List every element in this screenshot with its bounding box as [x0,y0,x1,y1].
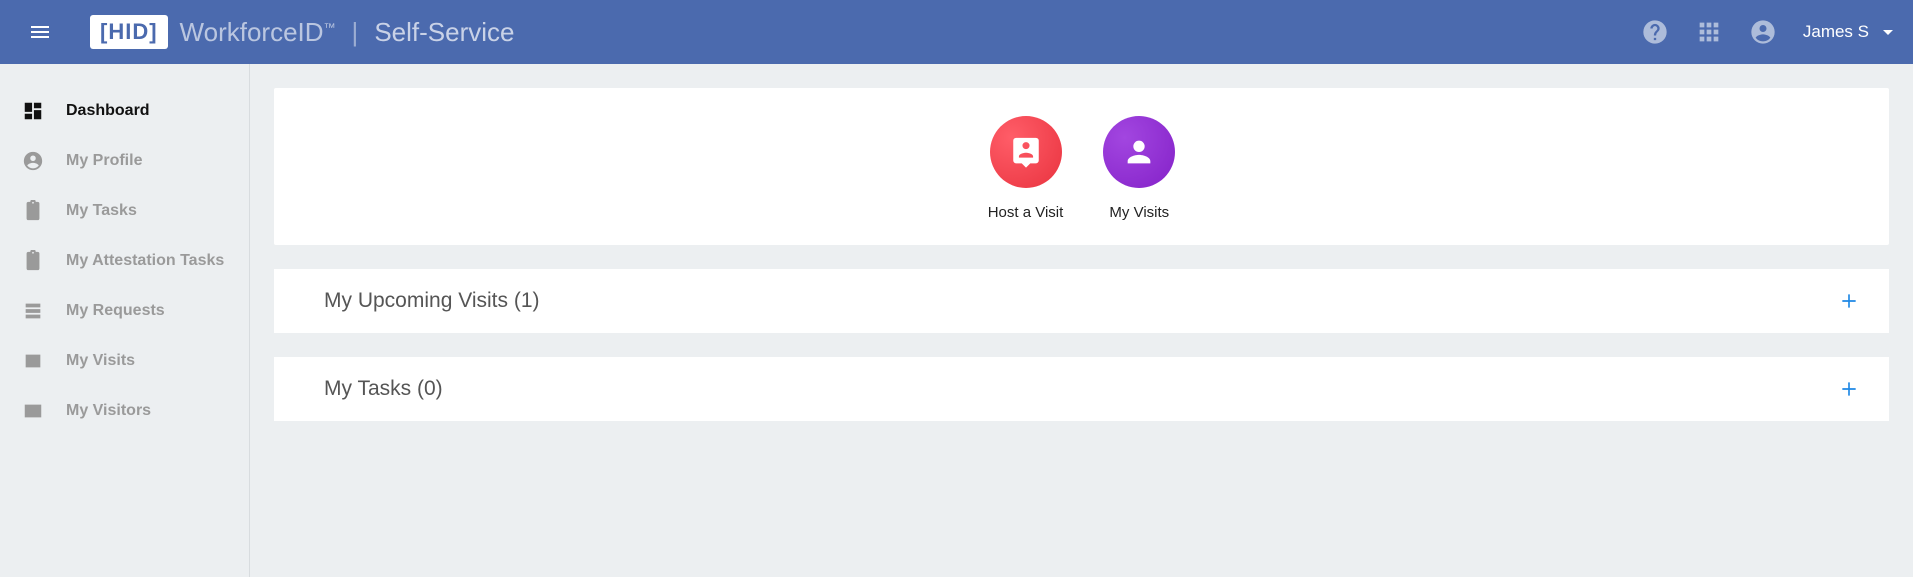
sidebar-item-dashboard[interactable]: Dashboard [0,86,249,136]
sidebar-item-label: Dashboard [66,102,150,120]
person-icon [1122,135,1156,169]
panel-upcoming-visits[interactable]: My Upcoming Visits (1) [274,269,1889,333]
sidebar-item-label: My Visits [66,352,135,370]
panel-title-upcoming-visits: My Upcoming Visits (1) [324,289,540,313]
user-menu[interactable]: James S [1803,22,1893,42]
panel-my-tasks[interactable]: My Tasks (0) [274,357,1889,421]
quick-actions-card: Host a Visit My Visits [274,88,1889,245]
sidebar-item-my-attestation-tasks[interactable]: My Attestation Tasks [0,236,249,286]
chevron-down-icon [1883,30,1893,35]
user-name: James S [1803,22,1869,42]
apps-icon[interactable] [1695,18,1723,46]
hamburger-icon [28,20,52,44]
sidebar-item-label: My Tasks [66,202,137,220]
sidebar-item-label: My Requests [66,302,165,320]
my-visits-icon-circle [1103,116,1175,188]
clipboard-check-icon [22,250,44,272]
person-pin-icon [1009,135,1043,169]
host-a-visit-button[interactable]: Host a Visit [988,116,1064,221]
visitors-icon [22,400,44,422]
profile-icon [22,150,44,172]
brand-name: WorkforceID™ [180,17,336,48]
account-icon[interactable] [1749,18,1777,46]
header-divider: | [352,17,359,48]
host-visit-label: Host a Visit [988,204,1064,221]
expand-icon[interactable] [1839,379,1859,399]
hid-logo: [HID] [90,15,168,49]
sidebar-item-my-requests[interactable]: My Requests [0,286,249,336]
clipboard-icon [22,200,44,222]
app-body: Dashboard My Profile My Tasks My Attesta… [0,64,1913,577]
dashboard-icon [22,100,44,122]
visits-icon [22,350,44,372]
app-header: [HID] WorkforceID™ | Self-Service James … [0,0,1913,64]
sidebar-item-my-profile[interactable]: My Profile [0,136,249,186]
brand-logo: [HID] WorkforceID™ [90,15,336,49]
my-visits-button[interactable]: My Visits [1103,116,1175,221]
sidebar-item-my-tasks[interactable]: My Tasks [0,186,249,236]
header-right: James S [1641,18,1893,46]
sidebar: Dashboard My Profile My Tasks My Attesta… [0,64,250,577]
help-icon[interactable] [1641,18,1669,46]
requests-icon [22,300,44,322]
panel-title-my-tasks: My Tasks (0) [324,377,443,401]
menu-button[interactable] [20,12,60,52]
expand-icon[interactable] [1839,291,1859,311]
sidebar-item-label: My Profile [66,152,142,170]
sidebar-item-label: My Visitors [66,402,151,420]
my-visits-label: My Visits [1109,204,1169,221]
main-content: Host a Visit My Visits My Upcoming Visit… [250,64,1913,577]
sidebar-item-label: My Attestation Tasks [66,252,224,270]
sidebar-item-my-visitors[interactable]: My Visitors [0,386,249,436]
sidebar-item-my-visits[interactable]: My Visits [0,336,249,386]
host-visit-icon-circle [990,116,1062,188]
app-subtitle: Self-Service [374,17,514,48]
